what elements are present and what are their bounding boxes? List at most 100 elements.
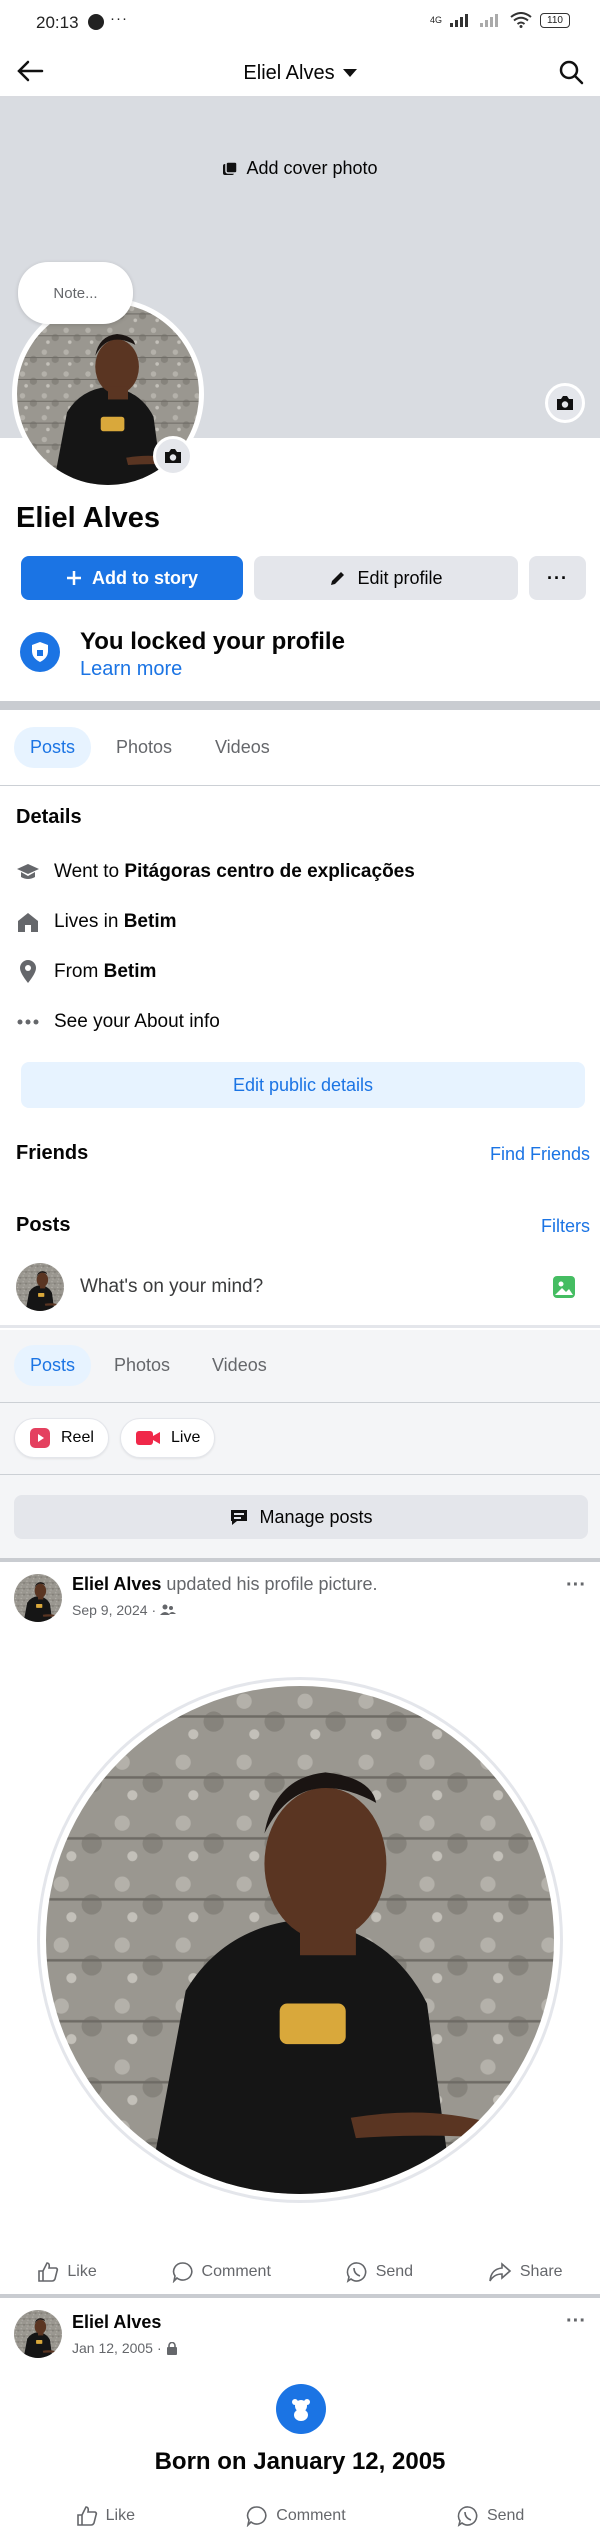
like-button[interactable]: Like bbox=[76, 2505, 135, 2527]
tab-photos[interactable]: Photos bbox=[100, 727, 188, 768]
status-bar: 20:13 ··· 4G 110 bbox=[0, 0, 600, 44]
detail-education-text: Went to Pitágoras centro de explicações bbox=[54, 861, 415, 882]
lock-shield-icon bbox=[20, 632, 60, 672]
comment-icon bbox=[247, 2506, 267, 2527]
search-icon[interactable] bbox=[558, 59, 584, 85]
go-live-button[interactable]: Live bbox=[120, 1418, 216, 1458]
status-time: 20:13 bbox=[36, 13, 79, 32]
status-more: ··· bbox=[110, 10, 128, 27]
note-bubble[interactable]: Note... bbox=[18, 262, 133, 324]
post-date[interactable]: Sep 9, 2024 bbox=[72, 1602, 148, 1618]
section-divider bbox=[0, 701, 600, 710]
post-actions: Like Comment Send Share bbox=[0, 2252, 600, 2292]
camera-icon bbox=[557, 396, 573, 410]
comment-label: Comment bbox=[201, 2263, 271, 2280]
notification-icon bbox=[88, 14, 104, 30]
post-life-event: Eliel Alves Jan 12, 2005 · ··· Born on J… bbox=[0, 2298, 600, 2537]
profile-camera-button[interactable] bbox=[153, 436, 193, 476]
post-tabs: Posts Photos Videos bbox=[0, 1345, 600, 1393]
learn-more-link[interactable]: Learn more bbox=[80, 658, 182, 681]
tab-posts[interactable]: Posts bbox=[14, 727, 92, 768]
create-reel-button[interactable]: Reel bbox=[14, 1418, 109, 1458]
signal-icon bbox=[450, 14, 468, 27]
network-type: 4G bbox=[429, 15, 442, 25]
post-date[interactable]: Jan 12, 2005 bbox=[72, 2340, 153, 2356]
share-button[interactable]: Share bbox=[488, 2261, 563, 2283]
friends-heading: Friends bbox=[16, 1142, 89, 1164]
profile-switcher[interactable]: Eliel Alves bbox=[0, 62, 600, 85]
add-to-story-label: Add to story bbox=[92, 567, 198, 588]
find-friends-link[interactable]: Find Friends bbox=[490, 1144, 590, 1165]
see-about-info[interactable]: See your About info bbox=[16, 1010, 220, 1034]
post-profile-picture[interactable] bbox=[40, 1680, 560, 2200]
divider bbox=[0, 1402, 600, 1403]
filters-link[interactable]: Filters bbox=[541, 1216, 590, 1237]
composer[interactable]: What's on your mind? bbox=[16, 1262, 584, 1312]
post-tab-videos[interactable]: Videos bbox=[196, 1345, 283, 1386]
battery-icon: 110 bbox=[540, 12, 570, 28]
manage-posts-label: Manage posts bbox=[259, 1506, 373, 1527]
whatsapp-icon bbox=[457, 2506, 478, 2527]
pencil-icon bbox=[331, 572, 345, 585]
post-author-name[interactable]: Eliel Alves bbox=[72, 2312, 161, 2333]
like-icon bbox=[38, 2262, 59, 2282]
wifi-icon bbox=[510, 12, 532, 28]
meta-separator: · bbox=[156, 2340, 162, 2356]
add-cover-photo-button[interactable]: Add cover photo bbox=[0, 158, 600, 179]
create-reel-label: Reel bbox=[61, 1429, 94, 1446]
post-tab-posts[interactable]: Posts bbox=[14, 1345, 92, 1386]
post-more-button[interactable]: ··· bbox=[566, 2310, 586, 2333]
post-tab-photos[interactable]: Photos bbox=[98, 1345, 186, 1386]
composer-placeholder: What's on your mind? bbox=[80, 1276, 264, 1297]
edit-profile-button[interactable]: Edit profile bbox=[254, 556, 518, 600]
profile-tabs: Posts Photos Videos bbox=[0, 727, 600, 775]
education-icon bbox=[16, 860, 40, 884]
edit-profile-label: Edit profile bbox=[357, 567, 443, 588]
manage-posts-button[interactable]: Manage posts bbox=[14, 1495, 588, 1539]
detail-lives-in-text: Lives in Betim bbox=[54, 911, 177, 932]
plus-icon bbox=[67, 571, 81, 585]
detail-lives-in[interactable]: Lives in Betim bbox=[16, 910, 177, 934]
whatsapp-icon bbox=[346, 2262, 367, 2283]
add-photo-icon bbox=[223, 160, 239, 175]
post-profile-picture-image bbox=[46, 1686, 554, 2194]
post-author-avatar[interactable] bbox=[14, 1574, 62, 1622]
detail-education[interactable]: Went to Pitágoras centro de explicações bbox=[16, 860, 415, 884]
friends-audience-icon bbox=[160, 1604, 177, 1615]
post-author-name[interactable]: Eliel Alves bbox=[72, 1574, 161, 1594]
details-heading: Details bbox=[16, 806, 82, 828]
camera-icon bbox=[165, 449, 181, 463]
like-button[interactable]: Like bbox=[37, 2261, 97, 2283]
share-icon bbox=[489, 2262, 512, 2282]
home-icon bbox=[16, 910, 40, 934]
edit-public-details-button[interactable]: Edit public details bbox=[21, 1062, 585, 1108]
send-label: Send bbox=[486, 2507, 525, 2524]
add-to-story-button[interactable]: Add to story bbox=[21, 556, 243, 600]
go-live-label: Live bbox=[171, 1429, 201, 1446]
posts-heading: Posts bbox=[16, 1214, 71, 1236]
lock-icon bbox=[166, 2341, 177, 2355]
note-placeholder: Note... bbox=[53, 284, 98, 302]
cover-camera-button[interactable] bbox=[545, 383, 585, 423]
post-meta: Sep 9, 2024 · bbox=[72, 1602, 177, 1618]
photo-icon[interactable] bbox=[552, 1275, 576, 1299]
send-button[interactable]: Send bbox=[457, 2505, 524, 2527]
comment-label: Comment bbox=[276, 2507, 346, 2524]
post-author-avatar[interactable] bbox=[14, 2310, 62, 2358]
locked-profile-banner: You locked your profile Learn more bbox=[20, 626, 580, 686]
add-cover-photo-label: Add cover photo bbox=[246, 158, 378, 178]
more-options-button[interactable]: ··· bbox=[529, 556, 586, 600]
send-label: Send bbox=[375, 2263, 414, 2280]
comment-button[interactable]: Comment bbox=[246, 2505, 346, 2527]
detail-from[interactable]: From Betim bbox=[16, 960, 156, 984]
comment-button[interactable]: Comment bbox=[172, 2261, 271, 2283]
comment-icon bbox=[172, 2262, 193, 2283]
live-video-icon bbox=[136, 1431, 160, 1445]
post-more-button[interactable]: ··· bbox=[566, 1574, 586, 1597]
meta-separator: · bbox=[151, 1602, 157, 1618]
locked-title: You locked your profile bbox=[80, 628, 345, 655]
detail-from-text: From Betim bbox=[54, 961, 157, 982]
send-button[interactable]: Send bbox=[346, 2261, 413, 2283]
tab-videos[interactable]: Videos bbox=[199, 727, 286, 768]
signal-icon-2 bbox=[480, 14, 498, 27]
